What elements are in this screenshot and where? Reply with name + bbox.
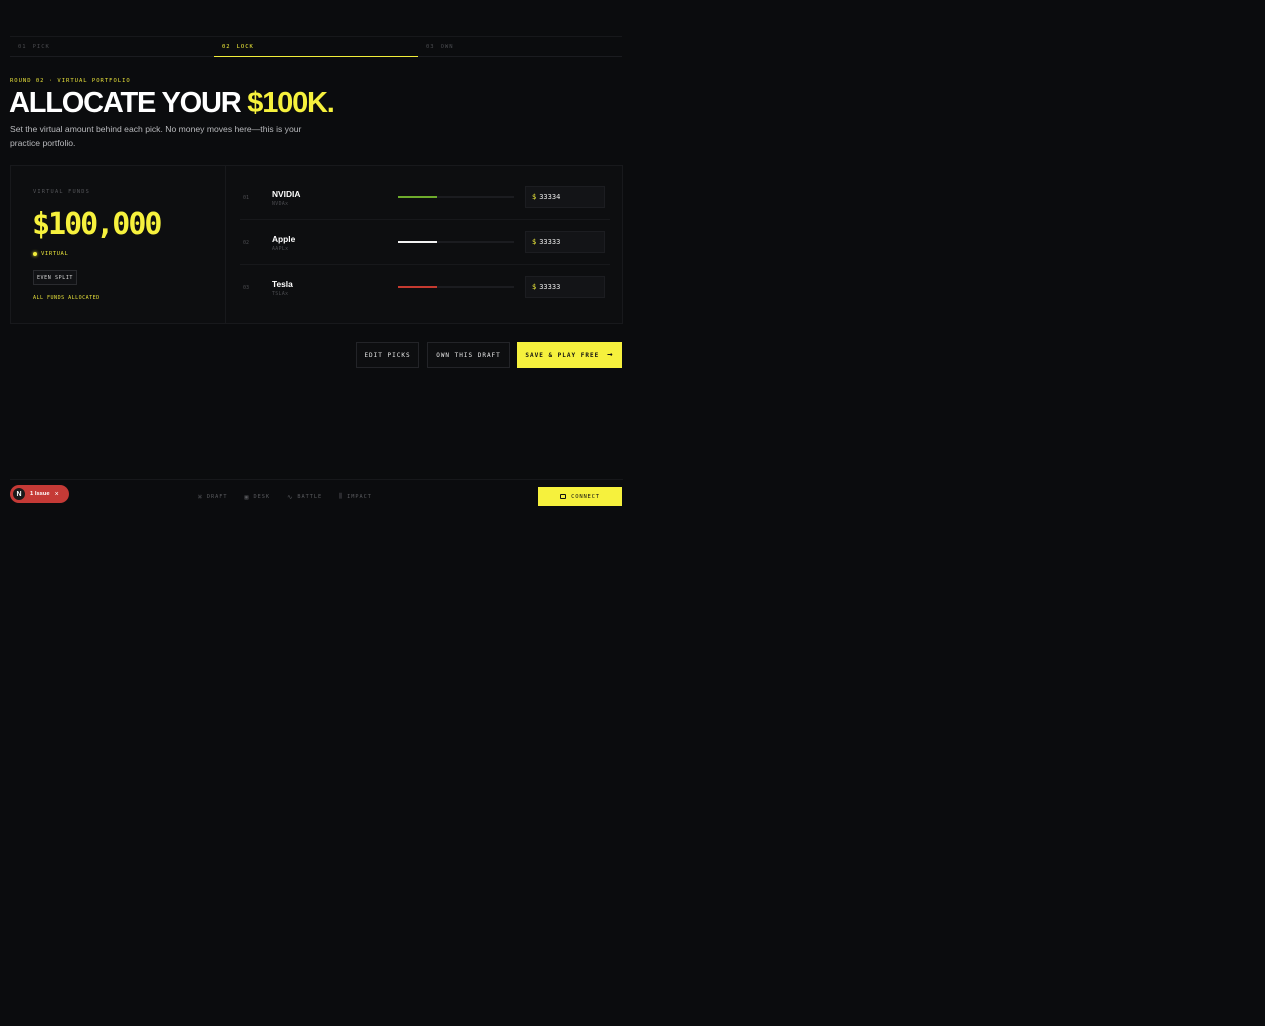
allocation-bar[interactable] [398, 286, 514, 288]
nav-item-battle[interactable]: ∿ BATTLE [287, 492, 322, 501]
save-play-label: SAVE & PLAY FREE [525, 351, 600, 359]
currency-symbol: $ [532, 283, 537, 291]
draft-icon: ⌘ [198, 492, 203, 501]
step-label: PICK [32, 43, 50, 50]
step-lock[interactable]: 02 LOCK [214, 37, 418, 57]
allocation-bar[interactable] [398, 196, 514, 198]
allocation-panel: VIRTUAL FUNDS $100,000 VIRTUAL EVEN SPLI… [10, 165, 623, 324]
allocation-bar-fill [398, 241, 437, 243]
activity-icon: ∿ [286, 492, 294, 501]
allocation-bar-fill [398, 286, 437, 288]
nav-label: DESK [253, 493, 270, 500]
nav-item-draft[interactable]: ⌘ DRAFT [198, 492, 228, 501]
connect-label: CONNECT [571, 493, 600, 500]
pick-name: NVIDIA [272, 189, 301, 199]
issues-label: 1 Issue [30, 491, 50, 497]
allocation-bar-fill [398, 196, 437, 198]
own-draft-button[interactable]: OWN THIS DRAFT [427, 342, 510, 368]
pick-index: 02 [243, 240, 250, 246]
edit-picks-button[interactable]: EDIT PICKS [356, 342, 419, 368]
progress-stepper: 01 PICK 02 LOCK 03 OWN [10, 36, 622, 57]
bottom-nav: ⌘ DRAFT ▣ DESK ∿ BATTLE ⫼ IMPACT [198, 492, 372, 501]
next-logo-icon: N [13, 488, 25, 500]
wallet-icon [560, 494, 567, 499]
currency-symbol: $ [532, 238, 537, 246]
step-number: 02 [222, 43, 231, 50]
funds-label: VIRTUAL FUNDS [33, 189, 91, 195]
nav-label: DRAFT [206, 493, 228, 500]
virtual-badge-label: VIRTUAL [41, 251, 69, 257]
allocation-status: ALL FUNDS ALLOCATED [33, 295, 100, 301]
title-main: ALLOCATE YOUR [9, 87, 248, 119]
virtual-badge: VIRTUAL [33, 251, 68, 257]
step-pick[interactable]: 01 PICK [10, 37, 214, 57]
amount-input[interactable]: $ 33333 [525, 276, 605, 298]
step-number: 03 [426, 43, 435, 50]
currency-symbol: $ [532, 193, 537, 201]
pick-index: 01 [243, 195, 250, 201]
title-highlight: $100K. [247, 87, 335, 119]
nav-label: IMPACT [347, 493, 372, 500]
bar-chart-icon: ⫼ [339, 492, 344, 500]
page-subtitle: Set the virtual amount behind each pick.… [10, 124, 302, 148]
connect-button[interactable]: CONNECT [538, 487, 622, 506]
issues-pill[interactable]: N 1 Issue × [10, 485, 69, 503]
arrow-right-icon: → [607, 350, 614, 360]
step-label: OWN [440, 43, 454, 50]
save-play-button[interactable]: SAVE & PLAY FREE → [517, 342, 622, 368]
pick-name: Tesla [272, 279, 293, 289]
close-icon[interactable]: × [55, 491, 59, 498]
status-dot-icon [33, 252, 37, 256]
pick-name: Apple [272, 234, 296, 244]
page-title: ALLOCATE YOUR $100K. [9, 87, 335, 120]
pick-index: 03 [243, 285, 250, 291]
step-label: LOCK [236, 43, 254, 50]
amount-value: 33333 [539, 283, 561, 291]
pick-row: 01 NVIDIA NVDAx $ 33334 [240, 175, 610, 220]
funds-card: VIRTUAL FUNDS $100,000 VIRTUAL EVEN SPLI… [11, 166, 226, 323]
pick-ticker: AAPLx [272, 247, 289, 252]
step-number: 01 [18, 43, 27, 50]
pick-ticker: TSLAx [272, 292, 289, 297]
amount-input[interactable]: $ 33333 [525, 231, 605, 253]
amount-input[interactable]: $ 33334 [525, 186, 605, 208]
amount-value: 33333 [539, 238, 561, 246]
even-split-button[interactable]: EVEN SPLIT [33, 270, 77, 285]
nav-item-impact[interactable]: ⫼ IMPACT [339, 492, 372, 501]
pick-row: 02 Apple AAPLx $ 33333 [240, 220, 610, 265]
allocation-bar[interactable] [398, 241, 514, 243]
desk-icon: ▣ [244, 492, 250, 501]
nav-item-desk[interactable]: ▣ DESK [245, 492, 270, 501]
pick-ticker: NVDAx [272, 202, 289, 207]
amount-value: 33334 [539, 193, 561, 201]
funds-amount: $100,000 [32, 207, 162, 242]
pick-row: 03 Tesla TSLAx $ 33333 [240, 265, 610, 310]
nav-label: BATTLE [297, 493, 323, 500]
round-kicker: ROUND 02 · VIRTUAL PORTFOLIO [10, 78, 131, 84]
bottom-divider [10, 479, 623, 480]
step-own[interactable]: 03 OWN [418, 37, 622, 57]
picks-list: 01 NVIDIA NVDAx $ 33334 02 Apple AAPLx $… [240, 175, 610, 310]
